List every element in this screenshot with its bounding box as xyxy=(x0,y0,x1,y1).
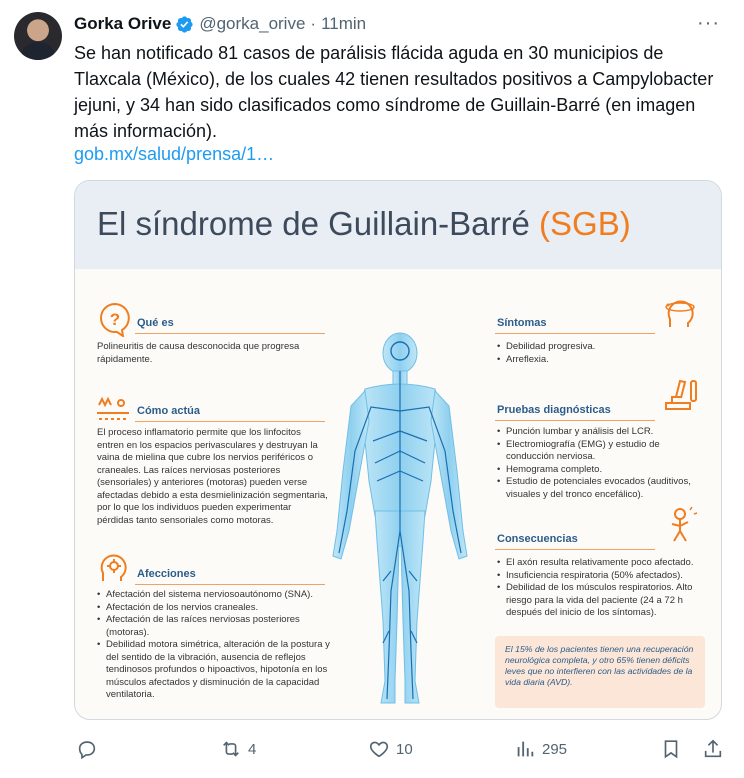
tweet-action-bar: 4 10 295 xyxy=(74,735,724,763)
section-rule xyxy=(495,420,655,421)
sintomas-list: Debilidad progresiva. Arreflexia. xyxy=(497,341,707,366)
tweet-link[interactable]: gob.mx/salud/prensa/1… xyxy=(74,141,274,167)
tweet-header: Gorka Orive @gorka_orive · 11min xyxy=(74,13,366,35)
tweet-text: Se han notificado 81 casos de parálisis … xyxy=(74,43,714,141)
section-title-afecciones: Afecciones xyxy=(137,568,196,580)
recovery-note-text: El 15% de los pacientes tienen una recup… xyxy=(505,644,694,687)
bookmark-button[interactable] xyxy=(660,735,682,763)
avatar[interactable] xyxy=(14,12,62,60)
retweet-count: 4 xyxy=(248,740,257,758)
dizzy-head-icon xyxy=(665,300,695,327)
list-item: Hemograma completo. xyxy=(497,464,709,477)
section-rule xyxy=(495,549,655,550)
consecuencias-list: El axón resulta relativamente poco afect… xyxy=(497,557,711,620)
retweet-icon xyxy=(223,741,239,757)
section-rule xyxy=(495,333,655,334)
list-item: Punción lumbar y análisis del LCR. xyxy=(497,426,709,439)
tweet: Gorka Orive @gorka_orive · 11min ··· Se … xyxy=(0,0,744,778)
bookmark-icon xyxy=(664,740,678,759)
infographic-image[interactable]: El síndrome de Guillain-Barré (SGB) ? Qu… xyxy=(74,180,722,720)
reply-icon xyxy=(78,741,96,760)
separator-dot: · xyxy=(310,14,317,33)
question-icon: ? xyxy=(100,302,130,337)
section-title-como-actua: Cómo actúa xyxy=(137,405,200,417)
list-item: Debilidad motora simétrica, alteración d… xyxy=(97,639,335,702)
section-text-como-actua: El proceso inflamatorio permite que los … xyxy=(97,427,328,526)
section-rule xyxy=(135,421,325,422)
section-title-sintomas: Síntomas xyxy=(497,317,547,329)
list-item: Debilidad progresiva. xyxy=(497,341,707,354)
list-item: Afectación de las raíces nerviosas poste… xyxy=(97,614,335,639)
share-icon xyxy=(704,739,722,758)
views-chart-icon xyxy=(517,741,534,757)
author-name[interactable]: Gorka Orive xyxy=(74,14,171,34)
section-text-que-es: Polineuritis de causa desconocida que pr… xyxy=(97,341,300,365)
section-rule xyxy=(135,333,325,334)
like-button[interactable]: 10 xyxy=(368,735,413,763)
microscope-icon xyxy=(665,379,697,410)
heart-icon xyxy=(369,741,389,758)
list-item: Estudio de potenciales evocados (auditiv… xyxy=(497,476,709,501)
retweet-button[interactable]: 4 xyxy=(220,735,256,763)
inflammation-icon xyxy=(97,396,129,420)
like-count: 10 xyxy=(396,740,413,758)
views-button[interactable]: 295 xyxy=(514,735,567,763)
list-item: Afectación del sistema nerviosoautónomo … xyxy=(97,589,335,602)
verified-badge-icon xyxy=(176,15,193,33)
afecciones-list: Afectación del sistema nerviosoautónomo … xyxy=(97,589,335,702)
share-button[interactable] xyxy=(702,735,724,763)
list-item: Electromiografía (EMG) y estudio de cond… xyxy=(497,439,709,464)
infographic-title-main: El síndrome de Guillain-Barré xyxy=(97,205,540,242)
infographic-header: El síndrome de Guillain-Barré (SGB) xyxy=(75,181,721,269)
list-item: Insuficiencia respiratoria (50% afectado… xyxy=(497,570,711,583)
pain-person-icon xyxy=(671,506,698,542)
more-options-button[interactable]: ··· xyxy=(697,12,720,35)
head-brain-icon xyxy=(100,554,127,581)
pruebas-list: Punción lumbar y análisis del LCR. Elect… xyxy=(497,426,709,501)
nervous-system-body-illustration xyxy=(332,332,468,704)
section-rule xyxy=(135,584,325,585)
list-item: Arreflexia. xyxy=(497,354,707,367)
infographic-title-accent: (SGB) xyxy=(539,205,631,242)
section-title-consecuencias: Consecuencias xyxy=(497,533,578,545)
recovery-note-box: El 15% de los pacientes tienen una recup… xyxy=(495,636,705,708)
list-item: El axón resulta relativamente poco afect… xyxy=(497,557,711,570)
reply-button[interactable] xyxy=(76,735,98,763)
list-item: Afectación de los nervios craneales. xyxy=(97,602,335,615)
author-handle[interactable]: @gorka_orive xyxy=(199,14,305,34)
views-count: 295 xyxy=(542,740,568,758)
section-title-que-es: Qué es xyxy=(137,317,174,329)
infographic-title: El síndrome de Guillain-Barré (SGB) xyxy=(97,205,631,243)
list-item: Debilidad de los músculos respiratorios.… xyxy=(497,582,711,620)
timestamp[interactable]: 11min xyxy=(321,14,366,34)
svg-text:?: ? xyxy=(110,310,120,329)
section-title-pruebas: Pruebas diagnósticas xyxy=(497,404,611,416)
